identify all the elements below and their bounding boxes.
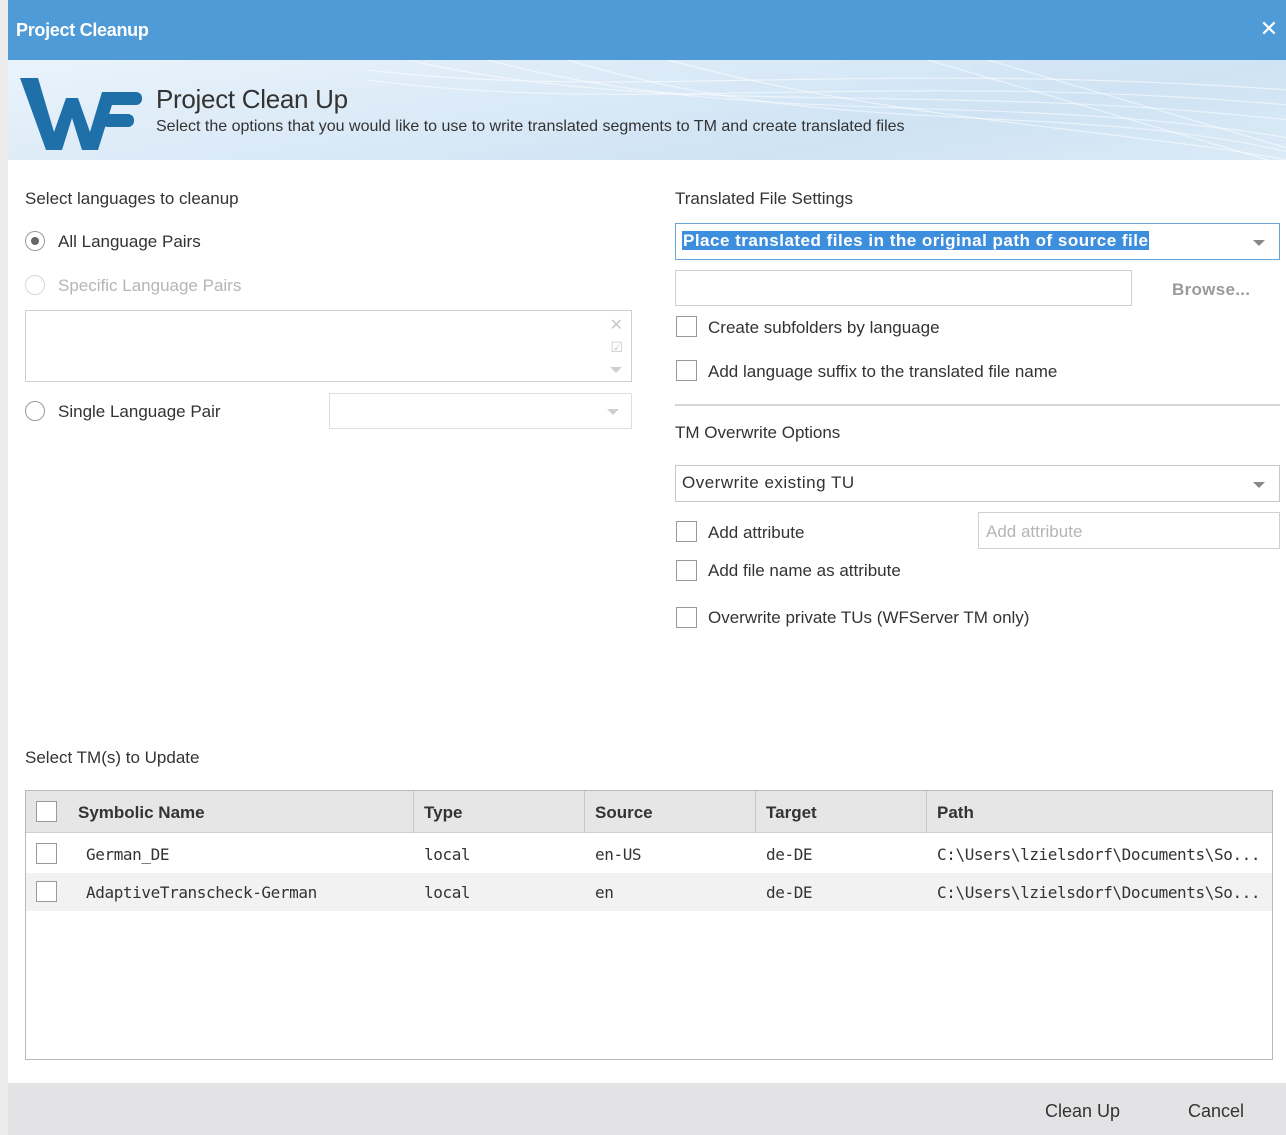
add-filename-attribute-label: Add file name as attribute xyxy=(708,561,901,580)
chevron-down-icon[interactable] xyxy=(610,367,622,373)
column-header-target[interactable]: Target xyxy=(756,791,927,833)
row-checkbox[interactable] xyxy=(36,881,57,902)
single-language-pair-label: Single Language Pair xyxy=(58,402,221,421)
add-language-suffix-checkbox[interactable] xyxy=(676,360,697,381)
tm-overwrite-options-label: TM Overwrite Options xyxy=(675,423,841,442)
cell-type: local xyxy=(424,883,471,902)
create-subfolders-checkbox[interactable] xyxy=(676,316,697,337)
add-language-suffix-label: Add language suffix to the translated fi… xyxy=(708,362,1058,381)
attribute-input-placeholder: Add attribute xyxy=(986,522,1083,541)
banner-decoration xyxy=(368,60,1286,160)
add-attribute-checkbox[interactable] xyxy=(676,521,697,542)
chevron-down-icon xyxy=(1253,482,1265,488)
project-cleanup-dialog: Project Cleanup ✕ Project Clean Up Selec… xyxy=(0,0,1286,1135)
translated-file-settings-label: Translated File Settings xyxy=(675,189,853,208)
cell-target: de-DE xyxy=(766,845,813,864)
close-icon[interactable]: ✕ xyxy=(1258,16,1280,42)
column-header-type[interactable]: Type xyxy=(414,791,585,833)
clear-icon[interactable]: ✕ xyxy=(610,315,623,335)
tm-table: Symbolic Name Type Source Target Path Ge… xyxy=(25,790,1273,1060)
output-path-input[interactable] xyxy=(675,270,1132,306)
tm-overwrite-mode-value: Overwrite existing TU xyxy=(682,473,855,492)
cell-path: C:\Users\lzielsdorf\Documents\So... xyxy=(937,883,1261,902)
browse-button[interactable]: Browse... xyxy=(1172,280,1250,300)
specific-language-pairs-list[interactable]: ✕ ☑ xyxy=(25,310,632,382)
table-row[interactable]: AdaptiveTranscheck-German local en de-DE… xyxy=(26,873,1272,911)
table-row[interactable]: German_DE local en-US de-DE C:\Users\lzi… xyxy=(26,835,1272,873)
add-filename-attribute-checkbox[interactable] xyxy=(676,560,697,581)
specific-language-pairs-label: Specific Language Pairs xyxy=(58,276,242,295)
specific-language-pairs-radio[interactable] xyxy=(25,275,45,295)
column-header-path[interactable]: Path xyxy=(927,791,1272,833)
translated-file-placement-value: Place translated files in the original p… xyxy=(682,231,1150,250)
cell-target: de-DE xyxy=(766,883,813,902)
dialog-title: Project Cleanup xyxy=(16,20,149,40)
tm-table-section-label: Select TM(s) to Update xyxy=(25,748,200,767)
column-header-symbolic-name[interactable]: Symbolic Name xyxy=(26,791,414,833)
languages-section-label: Select languages to cleanup xyxy=(25,189,239,208)
dialog-footer: Clean Up Cancel xyxy=(8,1083,1286,1135)
row-checkbox[interactable] xyxy=(36,843,57,864)
clean-up-button[interactable]: Clean Up xyxy=(1045,1101,1120,1122)
tm-overwrite-mode-select[interactable]: Overwrite existing TU xyxy=(675,465,1280,502)
attribute-input[interactable]: Add attribute xyxy=(978,512,1280,549)
wordfast-logo xyxy=(20,78,142,150)
overwrite-private-tus-label: Overwrite private TUs (WFServer TM only) xyxy=(708,608,1030,627)
cell-source: en-US xyxy=(595,845,642,864)
column-header-source[interactable]: Source xyxy=(585,791,756,833)
select-all-icon[interactable]: ☑ xyxy=(610,339,623,356)
overwrite-private-tus-checkbox[interactable] xyxy=(676,607,697,628)
single-language-pair-radio[interactable] xyxy=(25,401,45,421)
header-banner: Project Clean Up Select the options that… xyxy=(8,60,1286,160)
create-subfolders-label: Create subfolders by language xyxy=(708,318,940,337)
cell-symbolic-name: German_DE xyxy=(86,845,170,864)
cell-path: C:\Users\lzielsdorf\Documents\So... xyxy=(937,845,1261,864)
table-header: Symbolic Name Type Source Target Path xyxy=(26,791,1272,833)
banner-heading: Project Clean Up xyxy=(156,84,348,114)
single-language-pair-select[interactable] xyxy=(329,393,632,429)
all-language-pairs-label: All Language Pairs xyxy=(58,232,201,251)
cell-source: en xyxy=(595,883,614,902)
chevron-down-icon xyxy=(607,409,619,415)
cell-symbolic-name: AdaptiveTranscheck-German xyxy=(86,883,317,902)
all-language-pairs-radio[interactable] xyxy=(25,231,45,251)
add-attribute-label: Add attribute xyxy=(708,523,805,542)
title-bar: Project Cleanup ✕ xyxy=(8,0,1286,60)
cancel-button[interactable]: Cancel xyxy=(1188,1101,1244,1122)
section-divider xyxy=(675,404,1280,406)
banner-subtitle: Select the options that you would like t… xyxy=(156,118,905,135)
chevron-down-icon xyxy=(1253,240,1265,246)
cell-type: local xyxy=(424,845,471,864)
translated-file-placement-select[interactable]: Place translated files in the original p… xyxy=(675,223,1280,260)
